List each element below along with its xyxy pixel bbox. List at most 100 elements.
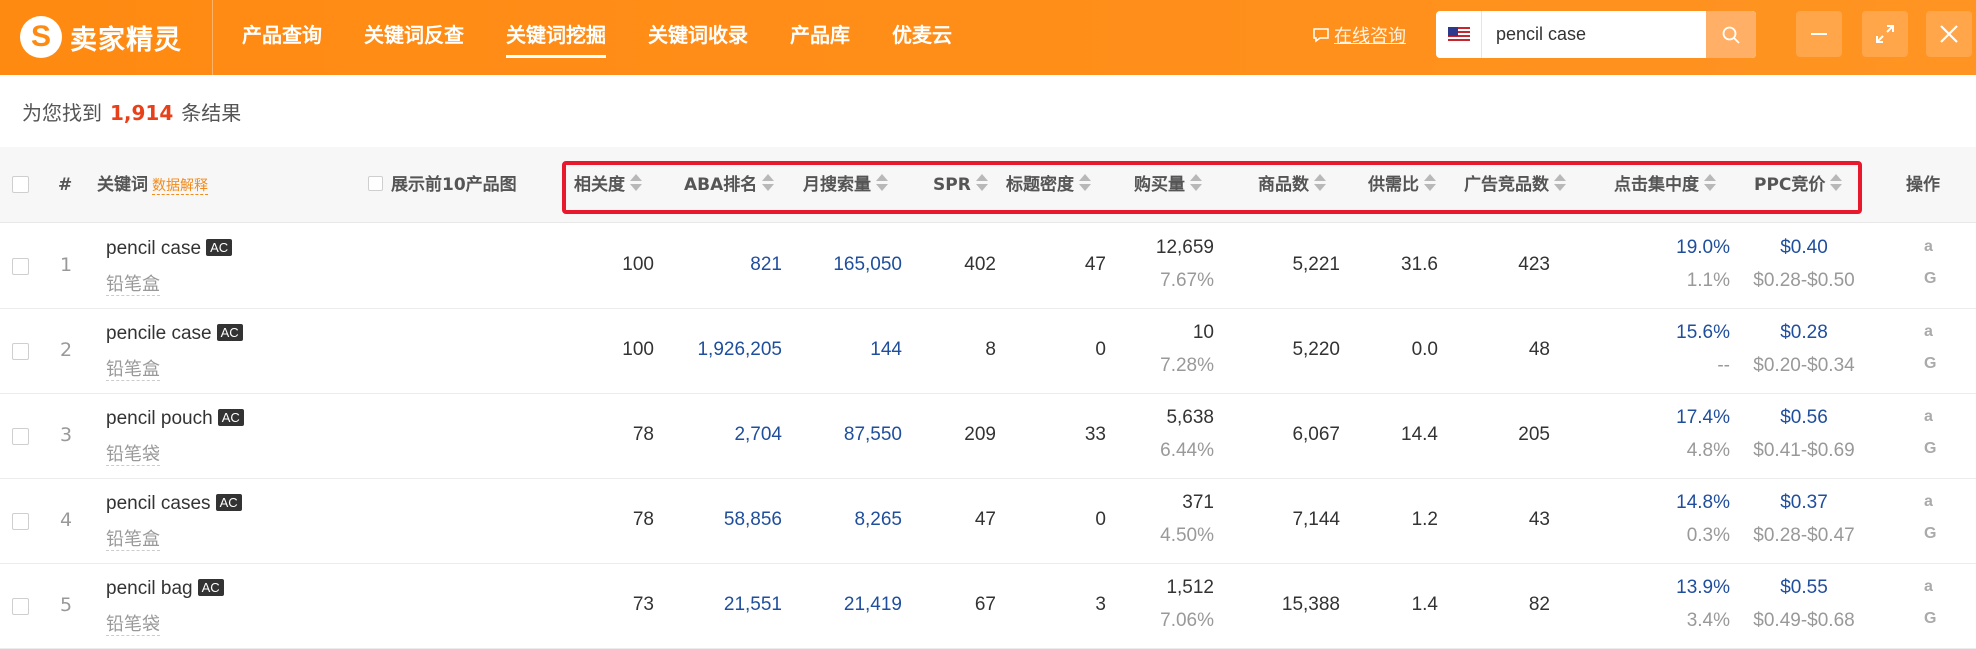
amazon-icon[interactable]: a [1924,578,1933,596]
monthly-search-value[interactable]: 144 [790,339,902,361]
nav-item-product-library[interactable]: 产品库 [790,0,850,75]
purchase-rate-value: 7.28% [1160,355,1214,376]
keyword-text[interactable]: pencil pouch [106,408,213,429]
header-keyword-label: 关键词 [97,175,148,195]
google-icon[interactable]: G [1924,355,1936,373]
products-value: 15,388 [1281,594,1340,615]
keyword-translation: 铅笔盒 [106,525,160,551]
purchase-rate-value: 6.44% [1160,440,1214,461]
keyword-translation: 铅笔袋 [106,610,160,636]
products-value: 6,067 [1292,424,1340,445]
keyword-text[interactable]: pencil bag [106,578,193,599]
title-density-value: 33 [1084,424,1106,445]
supply-demand-value: 14.4 [1401,424,1438,445]
close-icon [1940,25,1958,43]
expand-icon [1876,25,1894,43]
table-row[interactable]: 4 pencil cases AC 铅笔盒 78 58,856 8,265 47 … [0,479,1976,564]
google-icon[interactable]: G [1924,270,1936,288]
ppc-range: $0.20-$0.34 [1753,355,1855,376]
amazon-icon[interactable]: a [1924,323,1933,341]
keyword-cell: pencil case AC [106,237,233,260]
click-concentration-sub: 4.8% [1686,440,1730,461]
ad-competitors-value: 205 [1518,424,1550,445]
select-all-checkbox[interactable] [12,176,29,193]
google-icon[interactable]: G [1924,525,1936,543]
row-checkbox[interactable] [12,513,29,530]
aba-rank-value[interactable]: 58,856 [660,509,782,531]
relevance-value: 78 [632,424,654,445]
aba-rank-value[interactable]: 21,551 [660,594,782,616]
keyword-text[interactable]: pencile case [106,323,212,344]
relevance-value: 100 [622,339,654,360]
show-images-checkbox[interactable] [368,176,383,191]
click-concentration-value: 13.9% [1676,577,1730,598]
ppc-value: $0.55 [1780,577,1828,598]
amazon-icon[interactable]: a [1924,493,1933,511]
row-index: 4 [59,509,73,531]
monthly-search-value[interactable]: 165,050 [790,254,902,276]
nav-item-keyword-mining[interactable]: 关键词挖掘 [506,0,606,75]
purchases-value: 10 [1192,322,1214,343]
nav-item-keyword-reverse[interactable]: 关键词反查 [364,0,464,75]
row-checkbox[interactable] [12,428,29,445]
main-nav: 产品查询 关键词反查 关键词挖掘 关键词收录 产品库 优麦云 [242,0,994,75]
table-row[interactable]: 2 pencile case AC 铅笔盒 100 1,926,205 144 8… [0,309,1976,394]
keyword-cell: pencil cases AC [106,492,242,515]
chat-icon [1313,28,1329,43]
purchases-value: 371 [1182,492,1214,513]
row-checkbox[interactable] [12,598,29,615]
summary-suffix: 条结果 [181,101,242,125]
table-row[interactable]: 3 pencil pouch AC 铅笔袋 78 2,704 87,550 209… [0,394,1976,479]
google-icon[interactable]: G [1924,440,1936,458]
click-concentration-sub: 0.3% [1686,525,1730,546]
ac-badge: AC [215,494,242,511]
supply-demand-value: 1.2 [1411,509,1438,530]
amazon-icon[interactable]: a [1924,408,1933,426]
maximize-button[interactable] [1862,11,1908,57]
logo-divider [212,0,213,75]
keyword-text[interactable]: pencil cases [106,493,211,514]
products-value: 5,221 [1292,254,1340,275]
ppc-range: $0.28-$0.50 [1753,270,1855,291]
relevance-value: 100 [622,254,654,275]
row-checkbox[interactable] [12,343,29,360]
header-actions: 操作 [1906,175,1940,195]
data-explain-link[interactable]: 数据解释 [152,178,208,195]
close-button[interactable] [1926,11,1972,57]
ad-competitors-value: 82 [1528,594,1550,615]
table-row[interactable]: 5 pencil bag AC 铅笔袋 73 21,551 21,419 67 3… [0,564,1976,649]
header-show-images[interactable]: 展示前10产品图 [391,147,517,223]
aba-rank-value[interactable]: 1,926,205 [660,339,782,361]
ppc-value: $0.37 [1780,492,1828,513]
highlight-box [562,161,1862,214]
aba-rank-value[interactable]: 2,704 [660,424,782,446]
online-consult-link[interactable]: 在线咨询 [1312,22,1406,48]
google-icon[interactable]: G [1924,610,1936,628]
purchases-value: 1,512 [1166,577,1214,598]
us-flag-icon[interactable] [1436,11,1482,58]
purchase-rate-value: 7.06% [1160,610,1214,631]
spr-value: 47 [974,509,996,530]
title-density-value: 0 [1095,509,1106,530]
monthly-search-value[interactable]: 21,419 [790,594,902,616]
nav-item-youmaiyun[interactable]: 优麦云 [892,0,952,75]
monthly-search-value[interactable]: 87,550 [790,424,902,446]
minimize-button[interactable] [1796,11,1842,57]
spr-value: 209 [964,424,996,445]
nav-item-product-search[interactable]: 产品查询 [242,0,322,75]
row-checkbox[interactable] [12,258,29,275]
keyword-text[interactable]: pencil case [106,238,201,259]
nav-item-keyword-indexing[interactable]: 关键词收录 [648,0,748,75]
title-density-value: 0 [1095,339,1106,360]
supply-demand-value: 0.0 [1411,339,1438,360]
monthly-search-value[interactable]: 8,265 [790,509,902,531]
spr-value: 67 [974,594,996,615]
click-concentration-value: 14.8% [1676,492,1730,513]
search-button[interactable] [1706,11,1756,58]
aba-rank-value[interactable]: 821 [660,254,782,276]
row-index: 5 [59,594,73,616]
amazon-icon[interactable]: a [1924,238,1933,256]
table-row[interactable]: 1 pencil case AC 铅笔盒 100 821 165,050 402 … [0,224,1976,309]
app-logo[interactable]: S 卖家精灵 [20,12,182,62]
supply-demand-value: 1.4 [1411,594,1438,615]
